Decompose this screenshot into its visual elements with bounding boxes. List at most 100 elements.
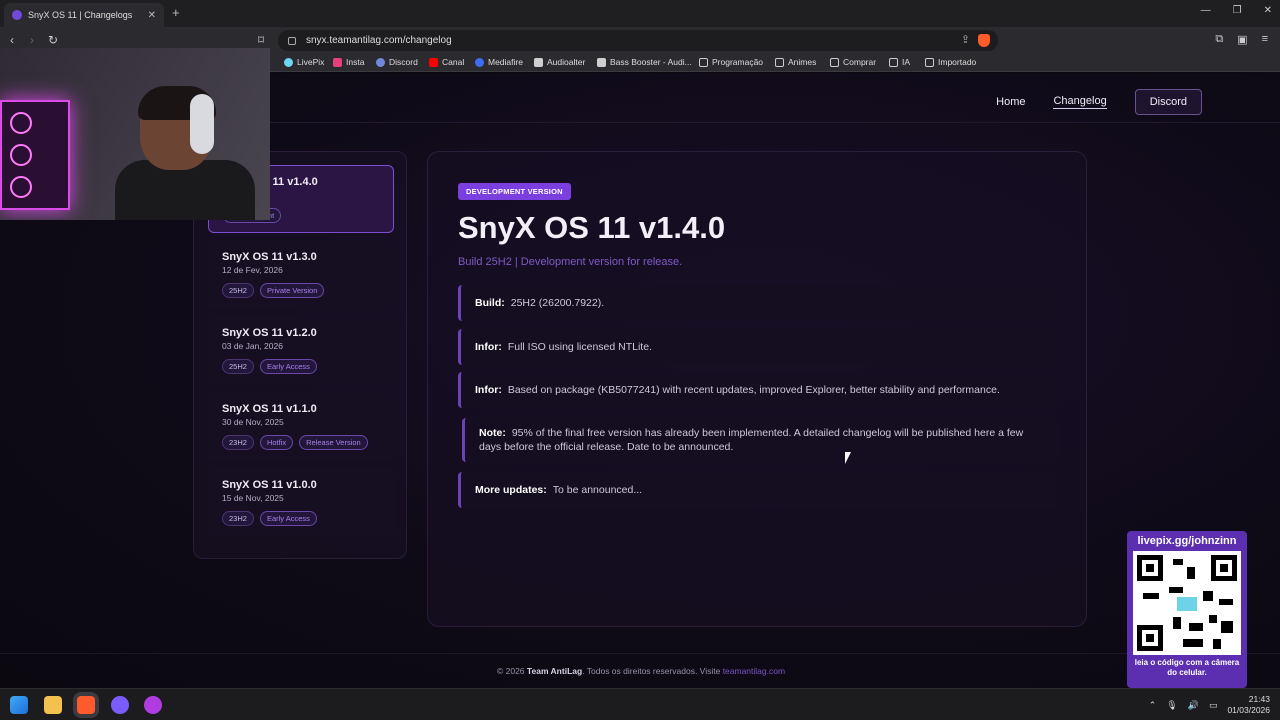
status-badge: DEVELOPMENT VERSION (458, 183, 571, 200)
version-card-v1-1-0[interactable]: SnyX OS 11 v1.1.0 30 de Nov, 2025 23H2 Ho… (208, 393, 394, 461)
file-explorer-icon[interactable] (44, 696, 62, 714)
qr-module (1183, 639, 1203, 647)
fan-icon (10, 144, 32, 166)
back-icon[interactable]: ‹ (10, 33, 14, 47)
windows-start-icon[interactable] (10, 696, 28, 714)
bookmark-folder[interactable]: Importado (925, 57, 976, 67)
brave-browser-icon[interactable] (77, 696, 95, 714)
volume-icon[interactable]: 🔊 (1188, 700, 1199, 711)
folder-icon (830, 57, 839, 67)
bookmark-item[interactable]: Insta (333, 57, 364, 67)
youtube-icon (429, 57, 438, 67)
bookmark-item[interactable]: Audioalter (534, 57, 585, 67)
row-label: More updates: (475, 484, 547, 496)
version-card-v1-2-0[interactable]: SnyX OS 11 v1.2.0 03 de Jan, 2026 25H2 Ea… (208, 317, 394, 385)
version-tag: 25H2 (222, 359, 254, 374)
tray-overflow-icon[interactable]: ⌃ (1149, 700, 1157, 711)
version-tag: Private Version (259, 283, 325, 298)
microphone-icon[interactable]: 🎙 (1166, 700, 1177, 711)
version-title: SnyX OS 11 v1.0.0 (222, 479, 317, 491)
new-tab-icon[interactable]: + (172, 5, 180, 20)
changelog-row: Note: 95% of the final free version has a… (462, 418, 1060, 462)
sidebar-icon[interactable]: ▣ (1237, 33, 1247, 46)
version-tag: 23H2 (222, 511, 254, 526)
version-tag: Hotfix (259, 435, 294, 450)
version-date: 30 de Nov, 2025 (222, 417, 284, 427)
bookmark-folder[interactable]: Programação (699, 57, 763, 67)
qr-finder (1211, 555, 1237, 581)
qr-finder (1137, 625, 1163, 651)
row-label: Infor: (475, 384, 502, 396)
qr-module (1189, 623, 1203, 631)
url-field[interactable]: snyx.teamantilag.com/changelog ⇪ (278, 30, 998, 51)
nav-changelog[interactable]: Changelog (1053, 95, 1107, 109)
clock-time: 21:43 (1248, 694, 1270, 704)
version-tag: Early Access (259, 359, 317, 374)
bookmark-icon[interactable]: ⌑ (258, 33, 264, 47)
folder-icon (889, 57, 898, 67)
version-date: 03 de Jan, 2026 (222, 341, 283, 351)
qr-caption: leia o código com a câmera do celular. (1134, 658, 1240, 677)
qr-module (1173, 559, 1183, 565)
minimize-icon[interactable]: — (1201, 5, 1211, 16)
mouse-cursor-icon (845, 452, 857, 464)
forward-icon[interactable]: › (30, 33, 34, 47)
bookmark-item[interactable]: LivePix (284, 57, 324, 67)
nav-home[interactable]: Home (996, 96, 1025, 108)
qr-title: livepix.gg/johnzinn (1137, 535, 1237, 547)
page-subtitle: Build 25H2 | Development version for rel… (458, 256, 683, 268)
bookmark-folder[interactable]: IA (889, 57, 910, 67)
version-tag: Release Version (299, 435, 368, 450)
changelog-row: Infor: Based on package (KB5077241) with … (458, 372, 1056, 408)
extensions-icon[interactable]: ⧉ (1215, 33, 1223, 46)
changelog-detail: DEVELOPMENT VERSION SnyX OS 11 v1.4.0 Bu… (427, 151, 1087, 627)
row-label: Infor: (475, 341, 502, 353)
row-text: Based on package (KB5077241) with recent… (507, 384, 1000, 396)
share-icon[interactable]: ⇪ (961, 33, 970, 46)
bookmark-item[interactable]: Bass Booster - Audi... (597, 57, 692, 67)
spotify-app-icon[interactable] (144, 696, 162, 714)
audioalter-icon (534, 57, 543, 67)
discord-app-icon[interactable] (111, 696, 129, 714)
qr-module (1209, 615, 1217, 623)
bass-booster-icon (597, 57, 606, 67)
clock[interactable]: 21:43 01/03/2026 (1227, 694, 1270, 716)
version-tag: Early Access (259, 511, 317, 526)
discord-button[interactable]: Discord (1134, 89, 1202, 115)
taskbar: ⌃ 🎙 🔊 ▭ 21:43 01/03/2026 (0, 688, 1280, 720)
row-label: Note: (479, 427, 506, 439)
close-window-icon[interactable]: ✕ (1264, 5, 1272, 16)
changelog-row: Infor: Full ISO using licensed NTLite. (458, 329, 1056, 365)
version-title: SnyX OS 11 v1.2.0 (222, 327, 317, 339)
footer-link[interactable]: teamantilag.com (723, 666, 785, 676)
bookmark-item[interactable]: Mediafire (475, 57, 523, 67)
restore-icon[interactable]: ❐ (1233, 5, 1242, 16)
close-tab-icon[interactable]: ✕ (148, 10, 156, 21)
reload-icon[interactable]: ↻ (48, 33, 58, 47)
qr-module (1219, 599, 1233, 605)
version-title: SnyX OS 11 v1.3.0 (222, 251, 317, 263)
brave-shield-icon[interactable] (978, 34, 990, 47)
toolbar-icons: ⧉ ▣ ≡ (1215, 33, 1268, 46)
qr-finder (1137, 555, 1163, 581)
bookmark-item[interactable]: Discord (376, 57, 418, 67)
bookmark-folder[interactable]: Animes (775, 57, 816, 67)
version-card-v1-3-0[interactable]: SnyX OS 11 v1.3.0 12 de Fev, 2026 25H2 Pr… (208, 241, 394, 309)
url-text: snyx.teamantilag.com/changelog (306, 35, 452, 46)
bookmark-folder[interactable]: Comprar (830, 57, 876, 67)
qr-module (1221, 621, 1233, 633)
row-text: To be announced... (552, 484, 643, 496)
menu-icon[interactable]: ≡ (1262, 33, 1268, 46)
version-tag: 25H2 (222, 283, 254, 298)
browser-tab[interactable]: SnyX OS 11 | Changelogs ✕ (4, 3, 164, 27)
page-title: SnyX OS 11 v1.4.0 (458, 210, 726, 245)
site-info-icon[interactable] (288, 36, 296, 45)
version-card-v1-0-0[interactable]: SnyX OS 11 v1.0.0 15 de Nov, 2025 23H2 Ea… (208, 469, 394, 537)
network-icon[interactable]: ▭ (1209, 700, 1218, 711)
window-controls: — ❐ ✕ (1201, 5, 1272, 16)
headset-image (190, 94, 214, 154)
bookmark-item[interactable]: Canal (429, 57, 464, 67)
webcam-overlay (0, 48, 270, 220)
livepix-icon (284, 57, 293, 67)
row-label: Build: (475, 297, 505, 309)
